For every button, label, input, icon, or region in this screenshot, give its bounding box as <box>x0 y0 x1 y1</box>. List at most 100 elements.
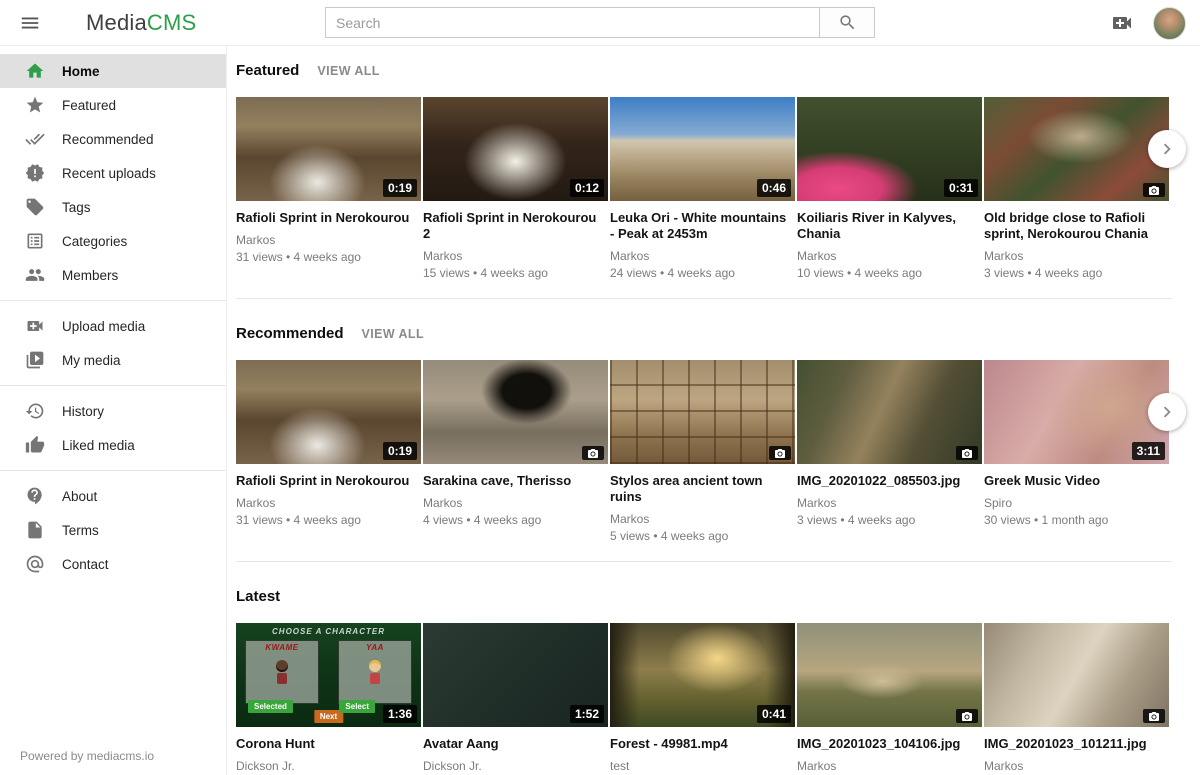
sidebar-item-recommended[interactable]: Recommended <box>0 122 226 156</box>
media-thumbnail[interactable]: 0:31 <box>797 97 982 201</box>
mediacms-logo[interactable]: MediaCMS <box>86 10 196 36</box>
media-card[interactable]: 0:19 Rafioli Sprint in Nerokourou Markos… <box>236 97 421 281</box>
media-author[interactable]: Markos <box>797 759 982 774</box>
sidebar-item-categories[interactable]: Categories <box>0 224 226 258</box>
media-author[interactable]: Spiro <box>984 496 1169 511</box>
media-title[interactable]: Rafioli Sprint in Nerokourou 2 <box>423 210 608 242</box>
view-all-link[interactable]: VIEW ALL <box>362 327 424 341</box>
media-title[interactable]: Corona Hunt <box>236 736 421 752</box>
media-title[interactable]: Avatar Aang <box>423 736 608 752</box>
game-heading: CHOOSE A CHARACTER <box>236 627 421 636</box>
media-author[interactable]: Markos <box>236 496 421 511</box>
sidebar-item-contact[interactable]: Contact <box>0 547 226 581</box>
media-thumbnail[interactable] <box>610 360 795 464</box>
media-thumbnail[interactable]: CHOOSE A CHARACTER KWAME YAA Selected Ne… <box>236 623 421 727</box>
sidebar-item-upload-media[interactable]: Upload media <box>0 309 226 343</box>
media-card[interactable]: Old bridge close to Rafioli sprint, Nero… <box>984 97 1169 281</box>
media-author[interactable]: Markos <box>423 249 608 264</box>
media-title[interactable]: IMG_20201022_085503.jpg <box>797 473 982 489</box>
media-thumbnail[interactable] <box>984 97 1169 201</box>
carousel-next-button[interactable] <box>1148 393 1186 431</box>
sidebar-item-recent-uploads[interactable]: Recent uploads <box>0 156 226 190</box>
media-title[interactable]: Greek Music Video <box>984 473 1169 489</box>
media-thumbnail[interactable]: 0:19 <box>236 360 421 464</box>
media-title[interactable]: Sarakina cave, Therisso <box>423 473 608 489</box>
media-card[interactable]: 1:52 Avatar Aang Dickson Jr. 12 views • … <box>423 623 608 775</box>
section-header: Featured VIEW ALL <box>236 62 1172 79</box>
media-card[interactable]: Stylos area ancient town ruins Markos 5 … <box>610 360 795 544</box>
media-meta: 4 views • 4 weeks ago <box>423 513 608 528</box>
media-author[interactable]: Dickson Jr. <box>236 759 421 774</box>
media-author[interactable]: Dickson Jr. <box>423 759 608 774</box>
duration-badge: 1:52 <box>570 705 604 723</box>
sidebar-item-liked-media[interactable]: Liked media <box>0 428 226 462</box>
media-meta: 30 views • 1 month ago <box>984 513 1169 528</box>
user-avatar[interactable] <box>1153 7 1186 40</box>
search-button[interactable] <box>819 7 875 38</box>
media-card[interactable]: 0:41 Forest - 49981.mp4 test 17 views • … <box>610 623 795 775</box>
media-meta: 3 views • 4 weeks ago <box>797 513 982 528</box>
media-thumbnail[interactable]: 1:52 <box>423 623 608 727</box>
top-header: MediaCMS <box>0 0 1200 46</box>
media-card[interactable]: IMG_20201022_085503.jpg Markos 3 views •… <box>797 360 982 544</box>
character-name: YAA <box>339 643 411 652</box>
media-thumbnail[interactable]: 0:41 <box>610 623 795 727</box>
media-card[interactable]: IMG_20201023_101211.jpg Markos 4 views •… <box>984 623 1169 775</box>
media-author[interactable]: Markos <box>984 249 1169 264</box>
media-author[interactable]: Markos <box>610 512 795 527</box>
sidebar-item-history[interactable]: History <box>0 394 226 428</box>
card-row: CHOOSE A CHARACTER KWAME YAA Selected Ne… <box>236 623 1172 775</box>
sidebar-item-tags[interactable]: Tags <box>0 190 226 224</box>
media-title[interactable]: Forest - 49981.mp4 <box>610 736 795 752</box>
media-thumbnail[interactable]: 3:11 <box>984 360 1169 464</box>
media-author[interactable]: Markos <box>984 759 1169 774</box>
sidebar-item-members[interactable]: Members <box>0 258 226 292</box>
media-card[interactable]: 3:11 Greek Music Video Spiro 30 views • … <box>984 360 1169 544</box>
media-author[interactable]: Markos <box>423 496 608 511</box>
media-card[interactable]: Sarakina cave, Therisso Markos 4 views •… <box>423 360 608 544</box>
media-thumbnail[interactable]: 0:12 <box>423 97 608 201</box>
media-thumbnail[interactable]: 0:19 <box>236 97 421 201</box>
sidebar-item-about[interactable]: About <box>0 479 226 513</box>
sidebar-item-my-media[interactable]: My media <box>0 343 226 377</box>
sidebar-item-home[interactable]: Home <box>0 54 226 88</box>
media-author[interactable]: Markos <box>797 249 982 264</box>
carousel-next-button[interactable] <box>1148 130 1186 168</box>
powered-by-link[interactable]: Powered by mediacms.io <box>20 749 154 763</box>
media-card[interactable]: 0:46 Leuka Ori - White mountains - Peak … <box>610 97 795 281</box>
media-card[interactable]: 0:19 Rafioli Sprint in Nerokourou Markos… <box>236 360 421 544</box>
media-thumbnail[interactable] <box>423 360 608 464</box>
media-title[interactable]: Rafioli Sprint in Nerokourou <box>236 210 421 226</box>
media-thumbnail[interactable] <box>984 623 1169 727</box>
hamburger-menu-button[interactable] <box>10 3 50 43</box>
media-thumbnail[interactable] <box>797 360 982 464</box>
media-title[interactable]: Old bridge close to Rafioli sprint, Nero… <box>984 210 1169 242</box>
view-all-link[interactable]: VIEW ALL <box>317 64 379 78</box>
sidebar-item-label: My media <box>62 353 121 368</box>
game-select-button: Select <box>339 700 375 713</box>
list-icon <box>25 231 45 251</box>
upload-media-button[interactable] <box>1105 6 1139 40</box>
media-author[interactable]: Markos <box>797 496 982 511</box>
thumb-up-icon <box>25 435 45 455</box>
sidebar-item-terms[interactable]: Terms <box>0 513 226 547</box>
media-title[interactable]: Stylos area ancient town ruins <box>610 473 795 505</box>
media-card[interactable]: IMG_20201023_104106.jpg Markos 4 views •… <box>797 623 982 775</box>
media-thumbnail[interactable] <box>797 623 982 727</box>
media-card[interactable]: 0:12 Rafioli Sprint in Nerokourou 2 Mark… <box>423 97 608 281</box>
media-thumbnail[interactable]: 0:46 <box>610 97 795 201</box>
sidebar-item-label: Terms <box>62 523 99 538</box>
media-author[interactable]: test <box>610 759 795 774</box>
media-title[interactable]: Koiliaris River in Kalyves, Chania <box>797 210 982 242</box>
media-title[interactable]: Leuka Ori - White mountains - Peak at 24… <box>610 210 795 242</box>
sidebar-item-featured[interactable]: Featured <box>0 88 226 122</box>
media-author[interactable]: Markos <box>610 249 795 264</box>
media-title[interactable]: IMG_20201023_104106.jpg <box>797 736 982 752</box>
media-author[interactable]: Markos <box>236 233 421 248</box>
media-card[interactable]: 0:31 Koiliaris River in Kalyves, Chania … <box>797 97 982 281</box>
media-title[interactable]: IMG_20201023_101211.jpg <box>984 736 1169 752</box>
media-title[interactable]: Rafioli Sprint in Nerokourou <box>236 473 421 489</box>
search-input[interactable] <box>325 7 819 38</box>
duration-badge: 0:19 <box>383 442 417 460</box>
media-card[interactable]: CHOOSE A CHARACTER KWAME YAA Selected Ne… <box>236 623 421 775</box>
